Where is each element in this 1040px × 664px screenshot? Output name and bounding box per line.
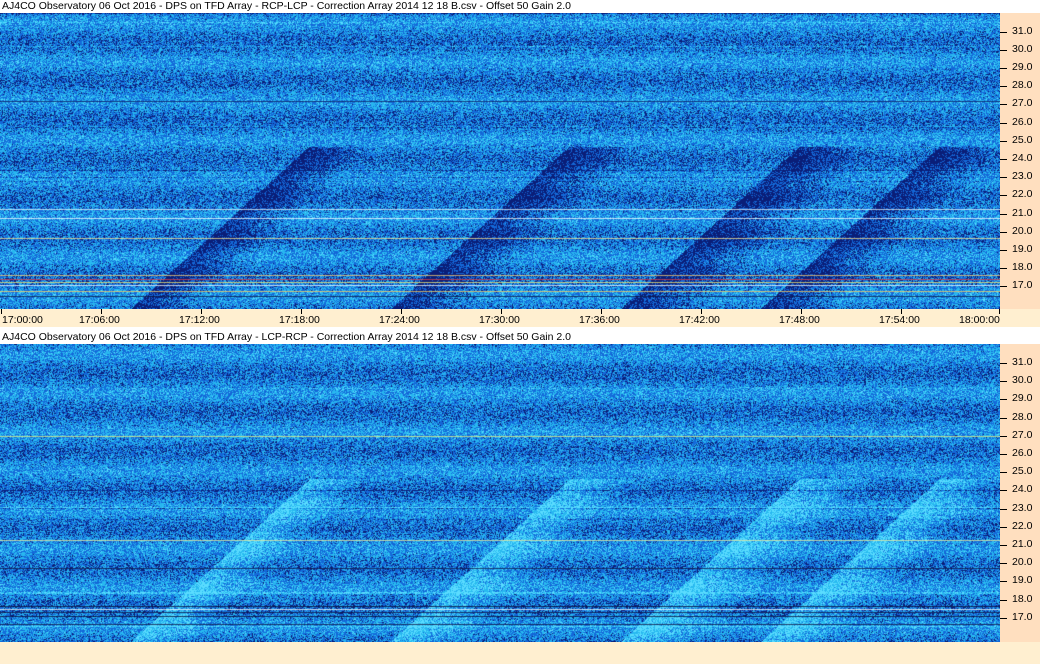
freq-tick [1000,617,1007,619]
freq-tick-label: 25.0 [1012,133,1033,146]
freq-tick-label: 24.0 [1012,483,1033,496]
time-tick-label: 17:24:00 [379,314,420,326]
freq-tick-label: 29.0 [1012,392,1033,405]
freq-tick [1000,363,1007,364]
freq-tick-label: 23.0 [1012,501,1033,514]
freq-tick [1000,581,1007,583]
bottom-frequency-axis: 31.0 30.0 29.0 28.0 27.0 26.0 25.0 24.0 23.0 22.0… [1000,344,1040,642]
freq-tick [1000,231,1007,233]
time-tick-label: 17:36:00 [579,314,620,326]
freq-tick [1000,177,1007,179]
bottom-panel-title: AJ4CO Observatory 06 Oct 2016 - DPS on T… [0,331,1002,344]
time-tick-label: 17:12:00 [179,314,220,326]
freq-tick-label: 18.0 [1012,261,1033,274]
freq-tick [1000,286,1007,288]
freq-tick [1000,158,1007,160]
freq-tick [1000,86,1007,88]
freq-tick-label: 20.0 [1012,556,1033,569]
freq-tick-label: 22.0 [1012,519,1033,532]
freq-tick [1000,140,1007,142]
freq-tick-label: 27.0 [1012,428,1033,441]
time-tick-label: 17:18:00 [279,314,320,326]
freq-tick-label: 21.0 [1012,538,1033,550]
time-tick-label: 17:48:00 [779,314,820,326]
freq-tick-label: 27.0 [1012,97,1033,110]
freq-tick-label: 28.0 [1012,79,1033,92]
freq-tick [1000,599,1007,601]
freq-tick [1000,67,1007,69]
top-spectrogram[interactable] [0,13,1000,309]
time-axis: 17:00:00 17:06:00 17:12:00 17:18:00 17:24:00… [0,309,1040,327]
freq-tick-label: 22.0 [1012,188,1033,201]
freq-tick-label: 20.0 [1012,224,1033,237]
freq-tick [1000,526,1007,528]
freq-tick-label: 25.0 [1012,465,1033,478]
freq-tick [1000,399,1007,401]
freq-tick-label: 31.0 [1012,356,1033,368]
freq-tick-label: 31.0 [1012,24,1033,37]
freq-tick-label: 23.0 [1012,170,1033,183]
freq-tick-label: 24.0 [1012,151,1033,164]
freq-tick-label: 29.0 [1012,60,1033,73]
freq-tick [1000,508,1007,510]
freq-tick-label: 30.0 [1012,42,1033,55]
top-frequency-axis: 31.0 30.0 29.0 28.0 27.0 26.0 25.0 24.0 23.0 22.0… [1000,13,1040,309]
freq-tick-label: 17.0 [1012,610,1033,623]
top-panel-title: AJ4CO Observatory 06 Oct 2016 - DPS on T… [0,0,1002,13]
time-tick-label: 17:00:00 [2,314,43,326]
freq-tick [1000,417,1007,419]
freq-tick [1000,472,1007,474]
freq-tick [1000,545,1007,546]
freq-tick [1000,195,1007,197]
freq-tick [1000,122,1007,124]
freq-tick [1000,490,1007,492]
freq-tick-label: 19.0 [1012,574,1033,587]
freq-tick [1000,213,1007,215]
freq-tick [1000,435,1007,437]
freq-tick-label: 26.0 [1012,115,1033,128]
bottom-spectrogram[interactable] [0,344,1000,642]
freq-tick-label: 28.0 [1012,410,1033,423]
freq-tick-label: 30.0 [1012,374,1033,387]
time-tick-label: 17:30:00 [479,314,520,326]
freq-tick-label: 19.0 [1012,242,1033,255]
freq-tick-label: 21.0 [1012,206,1033,219]
freq-tick [1000,268,1007,270]
freq-tick [1000,104,1007,106]
freq-tick [1000,49,1007,51]
freq-tick [1000,31,1007,33]
freq-tick [1000,454,1007,455]
freq-tick-label: 17.0 [1012,279,1033,292]
bottom-time-bar [0,642,1040,664]
freq-tick-label: 18.0 [1012,592,1033,605]
time-tick-label: 17:54:00 [879,314,920,326]
time-tick-label: 17:06:00 [79,314,120,326]
freq-tick [1000,381,1007,383]
freq-tick-label: 26.0 [1012,447,1033,459]
time-tick-label: 17:42:00 [679,314,720,326]
time-tick-label: 18:00:00 [959,314,1000,326]
freq-tick [1000,563,1007,565]
freq-tick [1000,249,1007,251]
